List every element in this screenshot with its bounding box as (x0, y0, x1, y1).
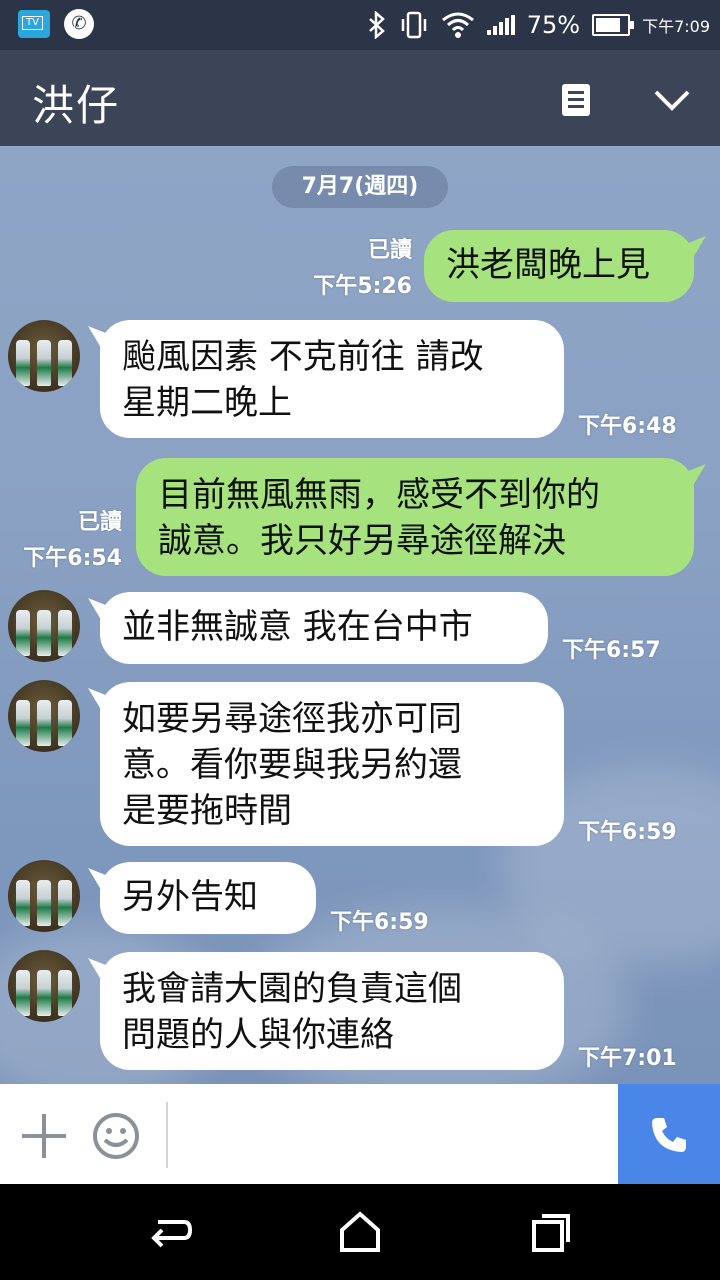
battery-icon (592, 14, 635, 36)
outgoing-message[interactable]: 目前無風無雨，感受不到你的 誠意。我只好另尋途徑解決 (136, 458, 694, 576)
incoming-message[interactable]: 我會請大園的負責這個 問題的人與你連絡 (100, 952, 564, 1070)
recent-apps-icon[interactable] (526, 1208, 574, 1256)
wifi-icon (441, 12, 474, 38)
tv-app-icon (18, 10, 50, 38)
phone-icon (652, 1118, 686, 1152)
chat-area[interactable]: 7月7(週四) 已讀 下午5:26 洪老闆晚上見 颱風因素 不克前往 請改 星期… (0, 146, 720, 1084)
outgoing-message[interactable]: 洪老闆晚上見 (424, 230, 694, 302)
contact-name[interactable]: 洪仔 (32, 72, 120, 133)
back-icon[interactable] (146, 1208, 194, 1256)
status-bar: ✆ 75% 下午7:09 (0, 0, 720, 50)
incoming-message[interactable]: 並非無誠意 我在台中市 (100, 592, 548, 664)
system-nav-bar (0, 1184, 720, 1280)
chat-header: 洪仔 (0, 50, 720, 146)
chevron-down-icon[interactable] (652, 80, 692, 120)
message-time: 下午6:48 (578, 414, 677, 439)
incoming-message[interactable]: 颱風因素 不克前往 請改 星期二晚上 (100, 320, 564, 438)
contact-avatar[interactable] (8, 590, 80, 662)
message-input[interactable] (166, 1102, 624, 1168)
message-time: 下午7:01 (578, 1046, 677, 1071)
status-time: 下午7:09 (642, 17, 710, 36)
message-time: 下午5:26 (313, 274, 412, 299)
bluetooth-icon (368, 11, 385, 39)
plus-icon[interactable] (22, 1114, 66, 1158)
call-button[interactable] (618, 1084, 720, 1184)
read-receipt: 已讀 (77, 510, 122, 535)
contact-avatar[interactable] (8, 320, 80, 392)
emoji-icon[interactable] (92, 1112, 140, 1160)
battery-percent: 75% (526, 11, 581, 39)
message-input-bar (0, 1084, 720, 1184)
incoming-message[interactable]: 另外告知 (100, 862, 316, 934)
message-time: 下午6:57 (562, 638, 661, 663)
date-separator: 7月7(週四) (272, 166, 448, 208)
phone-call-icon: ✆ (64, 9, 94, 39)
status-right-icons: 75% 下午7:09 (367, 0, 710, 50)
message-time: 下午6:59 (330, 910, 429, 935)
note-icon[interactable] (562, 84, 590, 116)
vibrate-icon (401, 11, 426, 39)
status-left-icons: ✆ (18, 9, 94, 39)
message-time: 下午6:54 (23, 546, 122, 571)
contact-avatar[interactable] (8, 950, 80, 1022)
read-receipt: 已讀 (367, 238, 412, 263)
home-icon[interactable] (336, 1208, 384, 1256)
signal-icon (486, 15, 515, 35)
message-time: 下午6:59 (578, 820, 677, 845)
incoming-message[interactable]: 如要另尋途徑我亦可同 意。看你要與我另約還 是要拖時間 (100, 682, 564, 846)
contact-avatar[interactable] (8, 860, 80, 932)
contact-avatar[interactable] (8, 680, 80, 752)
